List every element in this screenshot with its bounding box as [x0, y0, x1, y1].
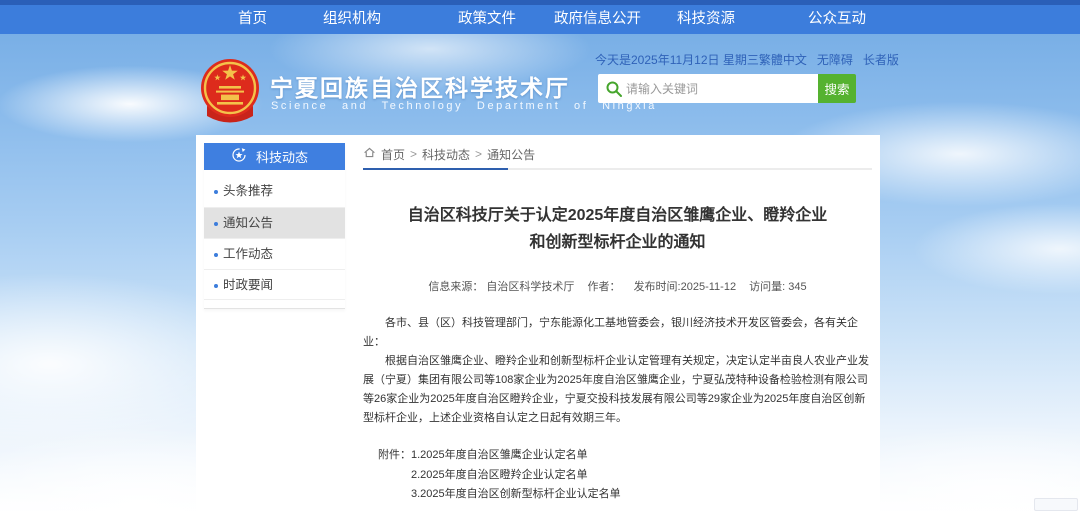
breadcrumb-divider: [363, 168, 872, 170]
breadcrumb-sci-tech-news[interactable]: 科技动态: [422, 146, 470, 163]
meta-author: 作者：: [588, 281, 621, 293]
sci-tech-news-icon: [231, 147, 247, 166]
nav-item-resources[interactable]: 科技资源: [677, 5, 735, 34]
article-title-line1: 自治区科技厅关于认定2025年度自治区雏鹰企业、瞪羚企业: [363, 202, 872, 229]
page: 首页 组织机构 政策文件 政府信息公开 科技资源 公众互动 宁夏回族自治区科学技…: [0, 0, 1080, 513]
attachment-link-2[interactable]: 2.2025年度自治区瞪羚企业认定名单: [411, 466, 621, 486]
search-bar: 搜索: [598, 74, 856, 103]
content-card: 科技动态 头条推荐 通知公告 工作动态 时政要闻 首页 > 科技动: [196, 135, 880, 513]
site-title: 宁夏回族自治区科学技术厅: [270, 69, 570, 103]
attachments-label: 附件：: [378, 446, 411, 505]
main-navigation: 首页 组织机构 政策文件 政府信息公开 科技资源 公众互动: [0, 5, 1080, 34]
utility-bar: 今天是2025年11月12日 星期三 繁體中文 无障碍 长者版: [595, 51, 872, 68]
link-accessibility[interactable]: 无障碍: [817, 51, 853, 68]
article-paragraph: 各市、县（区）科技管理部门，宁东能源化工基地管委会，银川经济技术开发区管委会，各…: [363, 314, 872, 352]
sidebar-header: 科技动态: [204, 143, 345, 170]
nav-item-organization[interactable]: 组织机构: [323, 5, 381, 34]
floating-widget[interactable]: [1034, 498, 1078, 511]
search-button[interactable]: 搜索: [818, 74, 856, 103]
sidebar-title: 科技动态: [256, 147, 308, 166]
article-panel: 首页 > 科技动态 > 通知公告 自治区科技厅关于认定2025年度自治区雏鹰企业…: [363, 143, 872, 505]
nav-item-home[interactable]: 首页: [238, 5, 267, 34]
sidebar-item-headlines[interactable]: 头条推荐: [204, 176, 345, 207]
article-meta: 信息来源： 自治区科学技术厅 作者： 发布时间:2025-11-12 访问量: …: [363, 278, 872, 294]
breadcrumb-separator: >: [475, 147, 482, 161]
meta-visit-count: 访问量: 345: [749, 281, 806, 293]
article-title-line2: 和创新型标杆企业的通知: [363, 229, 872, 256]
search-icon: [605, 80, 623, 103]
meta-publish-date: 发布时间:2025-11-12: [634, 281, 737, 293]
article-paragraph: 根据自治区雏鹰企业、瞪羚企业和创新型标杆企业认定管理有关规定，决定认定半亩良人农…: [363, 352, 872, 428]
current-date: 今天是2025年11月12日 星期三: [595, 51, 759, 68]
breadcrumb-home[interactable]: 首页: [381, 146, 405, 163]
home-icon: [363, 146, 376, 162]
sidebar-item-notices[interactable]: 通知公告: [204, 207, 345, 238]
sidebar-menu: 头条推荐 通知公告 工作动态 时政要闻: [204, 176, 345, 308]
link-elderly-version[interactable]: 长者版: [863, 51, 899, 68]
sidebar: 科技动态 头条推荐 通知公告 工作动态 时政要闻: [204, 143, 345, 309]
attachments: 附件： 1.2025年度自治区雏鹰企业认定名单 2.2025年度自治区瞪羚企业认…: [378, 446, 872, 505]
link-traditional-chinese[interactable]: 繁體中文: [759, 51, 807, 68]
sidebar-item-political-news[interactable]: 时政要闻: [204, 269, 345, 300]
nav-item-interaction[interactable]: 公众互动: [808, 5, 866, 34]
meta-source: 信息来源： 自治区科学技术厅: [428, 281, 574, 293]
national-emblem-logo: [199, 56, 261, 133]
breadcrumb-separator: >: [410, 147, 417, 161]
article-body: 各市、县（区）科技管理部门，宁东能源化工基地管委会，银川经济技术开发区管委会，各…: [363, 314, 872, 428]
article-title: 自治区科技厅关于认定2025年度自治区雏鹰企业、瞪羚企业 和创新型标杆企业的通知: [363, 202, 872, 256]
nav-item-gov-info[interactable]: 政府信息公开: [554, 5, 641, 34]
sidebar-item-work-news[interactable]: 工作动态: [204, 238, 345, 269]
search-input[interactable]: [626, 74, 814, 103]
breadcrumb: 首页 > 科技动态 > 通知公告: [363, 143, 872, 165]
attachment-link-1[interactable]: 1.2025年度自治区雏鹰企业认定名单: [411, 446, 621, 466]
attachment-link-3[interactable]: 3.2025年度自治区创新型标杆企业认定名单: [411, 485, 621, 505]
breadcrumb-notices[interactable]: 通知公告: [487, 146, 535, 163]
nav-item-policy[interactable]: 政策文件: [458, 5, 516, 34]
